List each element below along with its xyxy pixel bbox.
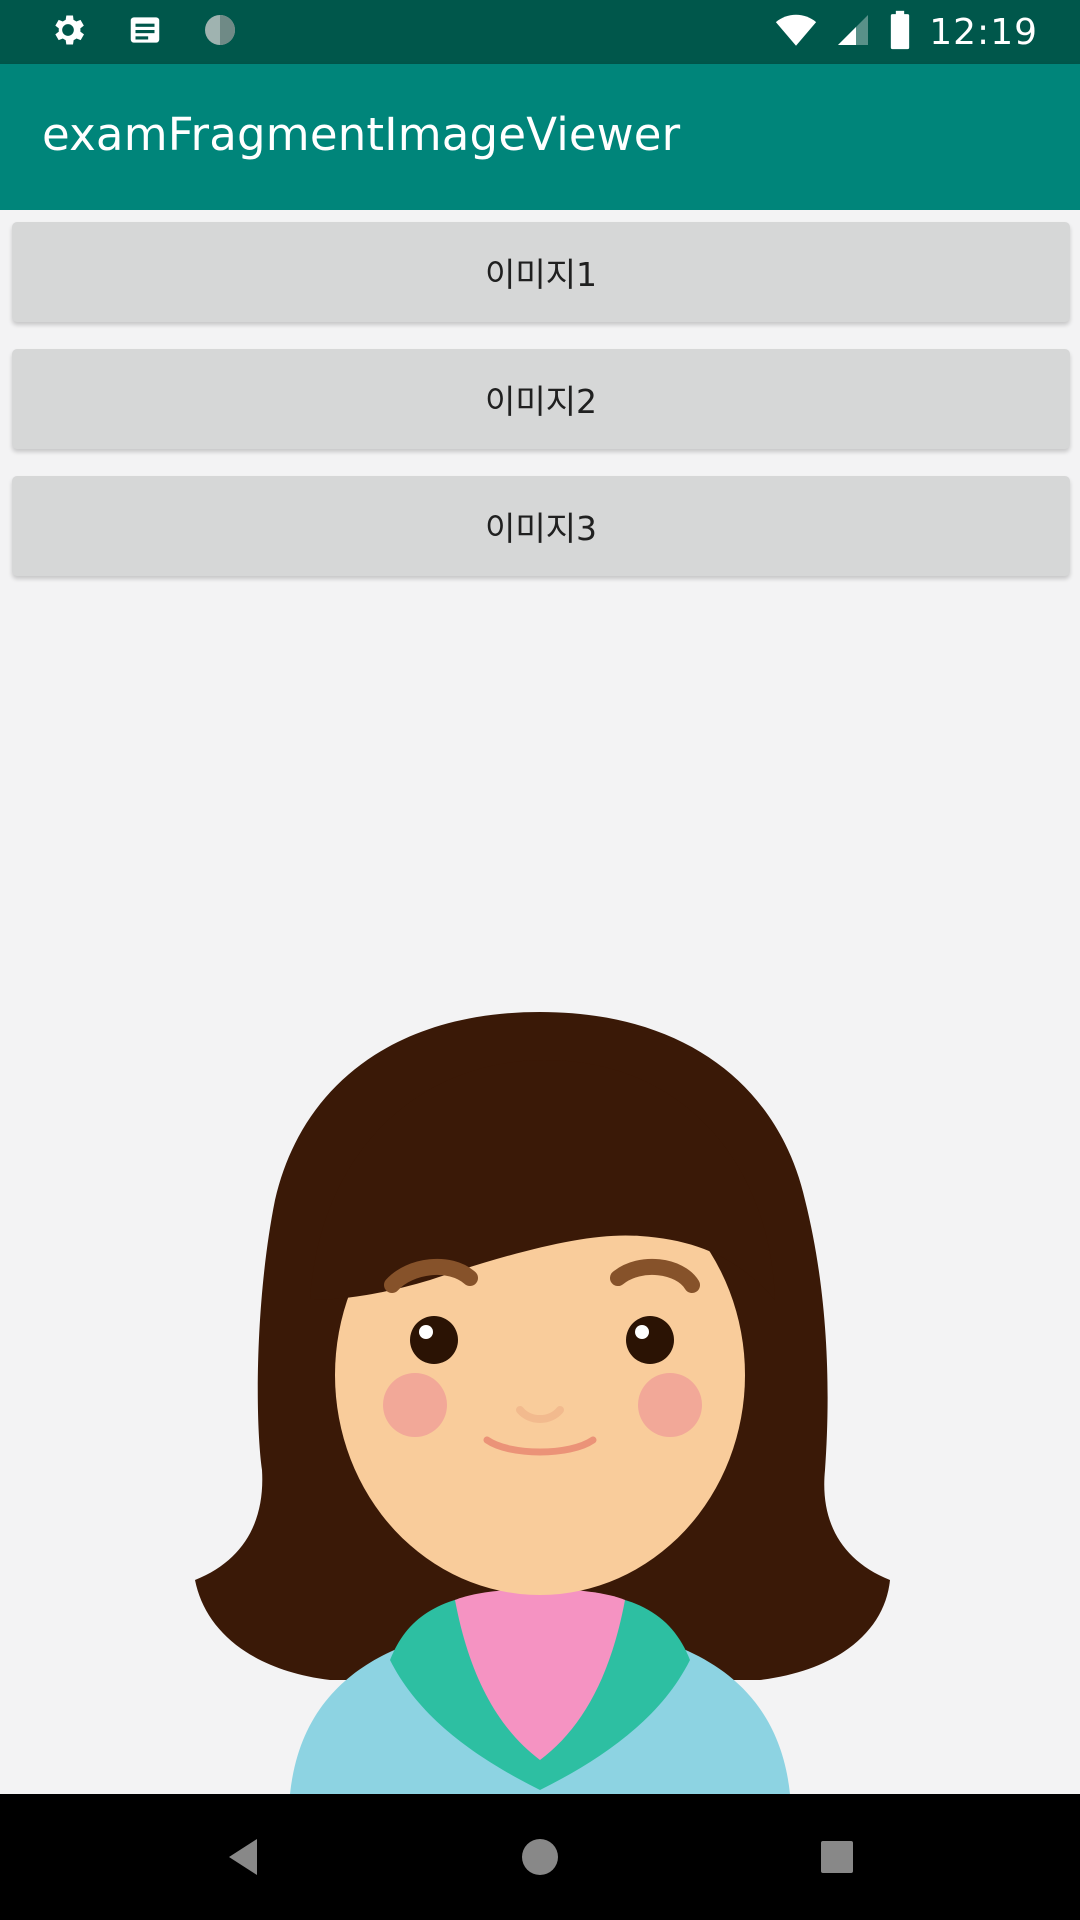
right-cheek (638, 1373, 702, 1437)
left-cheek (383, 1373, 447, 1437)
sync-circle-icon (202, 12, 238, 52)
cell-signal-icon (835, 12, 871, 52)
app-title: examFragmentImageViewer (42, 108, 681, 161)
girl-avatar-image (0, 1000, 1080, 1794)
notification-card-icon (126, 11, 164, 53)
wifi-icon (775, 12, 817, 52)
status-bar: 12:19 (0, 0, 1080, 64)
image1-button[interactable]: 이미지1 (12, 222, 1070, 322)
left-eye (410, 1316, 458, 1364)
gear-icon (48, 10, 88, 54)
main-content: 이미지1 이미지2 이미지3 (0, 210, 1080, 1794)
image2-button[interactable]: 이미지2 (12, 349, 1070, 449)
back-icon[interactable] (203, 1820, 283, 1894)
recents-icon[interactable] (797, 1820, 877, 1894)
clock: 12:19 (929, 11, 1038, 53)
home-icon[interactable] (500, 1820, 580, 1894)
app-bar: examFragmentImageViewer (0, 64, 1080, 210)
navigation-bar (0, 1794, 1080, 1920)
image3-button[interactable]: 이미지3 (12, 476, 1070, 576)
right-eye (626, 1316, 674, 1364)
status-right-icons: 12:19 (775, 8, 1038, 56)
status-left-icons (48, 12, 238, 52)
battery-icon (889, 10, 911, 54)
